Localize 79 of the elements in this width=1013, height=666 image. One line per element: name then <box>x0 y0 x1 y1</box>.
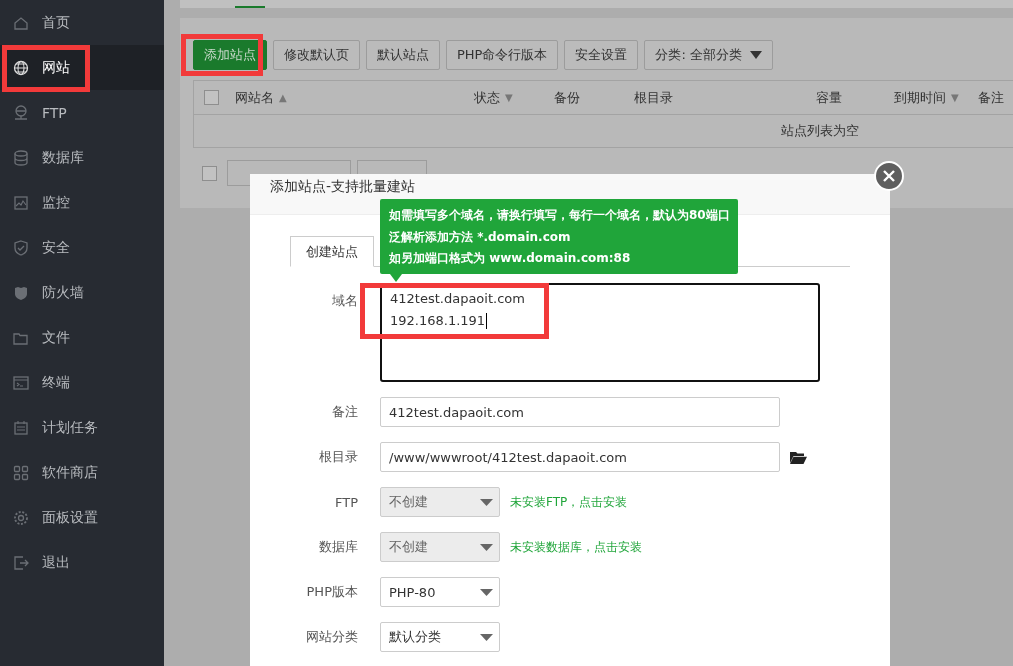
text-field[interactable]: 412test.dapaoit.com <box>380 397 780 427</box>
caret-icon <box>480 543 493 551</box>
caret-icon <box>480 588 493 596</box>
sidebar-label: 计划任务 <box>42 418 98 437</box>
checkbox[interactable] <box>204 90 219 105</box>
sidebar-item[interactable]: FTP <box>0 90 164 135</box>
sidebar-item[interactable]: 首页 <box>0 0 164 45</box>
folder-icon[interactable] <box>790 450 807 464</box>
toolbar-button[interactable]: 添加站点 <box>193 40 267 70</box>
sidebar-item[interactable]: 面板设置 <box>0 495 164 540</box>
text-cursor <box>486 313 488 329</box>
sidebar-item[interactable]: 终端 <box>0 360 164 405</box>
sidebar-label: 软件商店 <box>42 463 98 482</box>
server-icon <box>12 103 30 122</box>
sidebar-label: 终端 <box>42 373 70 392</box>
sidebar-item[interactable]: 软件商店 <box>0 450 164 495</box>
globe-icon <box>12 58 30 77</box>
sidebar-label: 退出 <box>42 553 70 572</box>
textarea-line: 412test.dapaoit.com <box>390 290 525 308</box>
database-icon <box>12 148 30 167</box>
sidebar-item[interactable]: 网站 <box>0 45 164 90</box>
toolbar-button[interactable]: 修改默认页 <box>273 40 360 70</box>
sidebar-label: FTP <box>42 104 67 121</box>
checkbox[interactable] <box>202 165 217 181</box>
sidebar-label: 数据库 <box>42 148 84 167</box>
sidebar-label: 网站 <box>42 58 70 77</box>
terminal-icon <box>12 373 30 392</box>
select-field[interactable]: PHP-80 <box>380 577 500 607</box>
sidebar-label: 防火墙 <box>42 283 84 302</box>
tooltip-text: 泛解析添加方法 *.domain.com <box>389 228 572 246</box>
sidebar-label: 首页 <box>42 13 70 32</box>
column-header[interactable]: 网站名 <box>235 88 274 107</box>
monitor-icon <box>12 193 30 212</box>
field-label: PHP版本 <box>306 583 358 601</box>
toolbar-button[interactable]: 默认站点 <box>366 40 440 70</box>
sidebar-label: 监控 <box>42 193 70 212</box>
tab[interactable]: 创建站点 <box>290 236 374 267</box>
column-header[interactable]: 容量 <box>816 88 842 107</box>
sidebar-item[interactable]: 退出 <box>0 540 164 585</box>
column-header[interactable]: 备份 <box>554 88 580 107</box>
sidebar-item[interactable]: 安全 <box>0 225 164 270</box>
field-label: 数据库 <box>319 538 358 556</box>
column-header[interactable]: 备注 <box>978 88 1004 107</box>
sidebar-label: 文件 <box>42 328 70 347</box>
caret-icon <box>480 633 493 641</box>
logout-icon <box>12 553 30 572</box>
caret-icon <box>750 51 762 59</box>
calendar-icon <box>12 418 30 437</box>
close-icon <box>883 170 895 182</box>
sidebar-item[interactable]: 文件 <box>0 315 164 360</box>
field-label: 网站分类 <box>306 628 358 646</box>
column-header[interactable]: 到期时间 <box>894 88 946 107</box>
select-field[interactable]: 默认分类 <box>380 622 500 652</box>
tooltip-text: 如需填写多个域名，请换行填写，每行一个域名，默认为80端口 <box>389 207 731 224</box>
field-label: 域名 <box>332 292 358 310</box>
domain-textarea[interactable]: 412test.dapaoit.com 192.168.1.191 <box>380 283 820 382</box>
column-header[interactable]: 状态 <box>474 88 500 107</box>
column-header[interactable]: 根目录 <box>634 88 673 107</box>
sidebar-item[interactable]: 防火墙 <box>0 270 164 315</box>
category-dropdown[interactable]: 分类: 全部分类 <box>644 40 773 70</box>
field-label: 备注 <box>332 403 358 421</box>
field-label: 根目录 <box>319 448 358 466</box>
dialog-title: 添加站点-支持批量建站 <box>270 178 416 194</box>
sidebar-label: 面板设置 <box>42 508 98 527</box>
caret-icon <box>480 498 493 506</box>
shield-icon <box>12 238 30 257</box>
settings-icon <box>12 508 30 527</box>
toolbar-button[interactable]: 安全设置 <box>564 40 639 70</box>
textarea-line: 192.168.1.191 <box>390 312 486 330</box>
tooltip-text: 如另加端口格式为 www.domain.com:88 <box>389 250 632 267</box>
sidebar-item[interactable]: 计划任务 <box>0 405 164 450</box>
grid-icon <box>12 463 30 482</box>
sidebar-item[interactable]: 数据库 <box>0 135 164 180</box>
field-label: FTP <box>334 494 358 510</box>
toolbar-button[interactable]: PHP命令行版本 <box>446 40 559 70</box>
sidebar-item[interactable]: 监控 <box>0 180 164 225</box>
text-field[interactable]: /www/wwwroot/412test.dapaoit.com <box>380 442 780 472</box>
empty-message: 站点列表为空 <box>781 122 859 140</box>
sidebar-label: 安全 <box>42 238 70 257</box>
